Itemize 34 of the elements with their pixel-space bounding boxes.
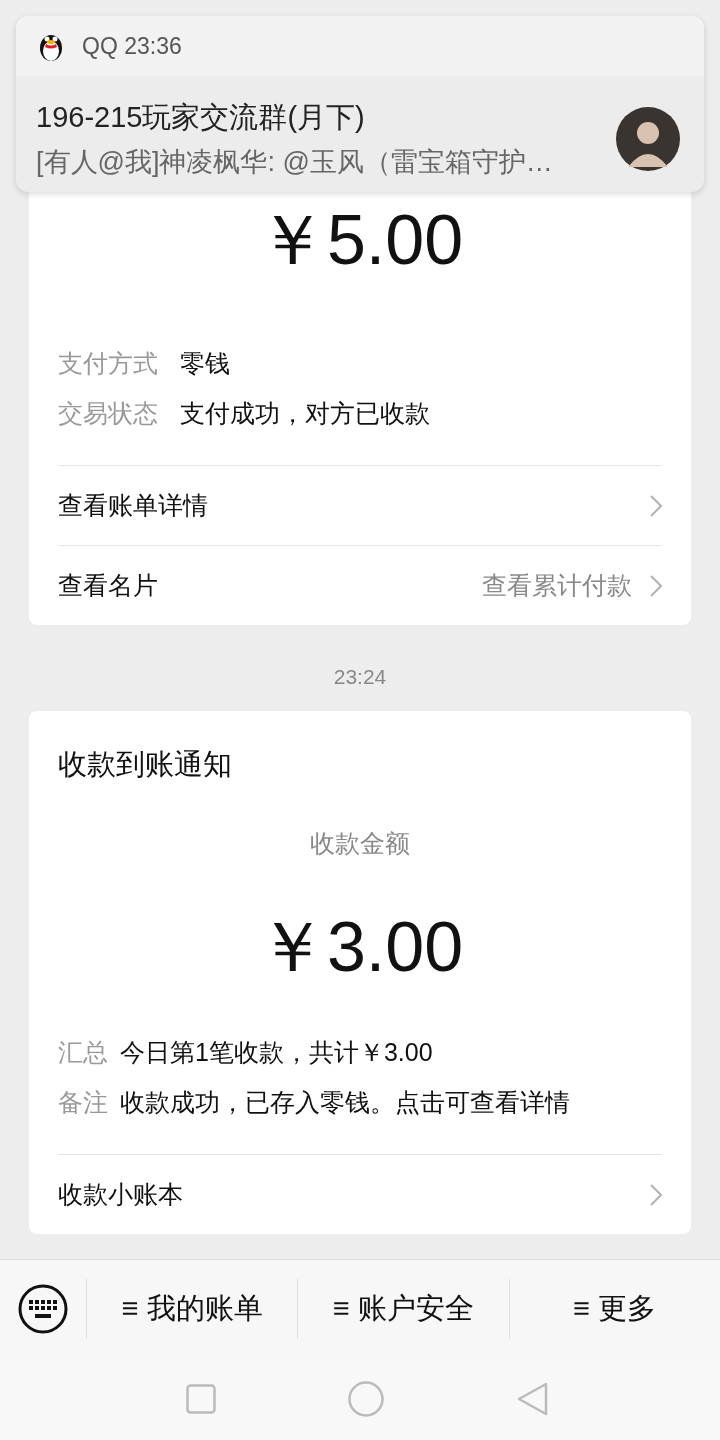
detail-label: 备注	[58, 1087, 108, 1118]
notification-title: 196-215玩家交流群(月下)	[36, 100, 366, 135]
chevron-icon	[650, 574, 662, 597]
card-title: 收款到账通知	[58, 747, 233, 782]
chevron-icon	[650, 1183, 662, 1206]
detail-value: 零钱	[180, 348, 230, 379]
chevron-icon	[650, 494, 662, 517]
keyboard-icon[interactable]	[18, 1284, 68, 1334]
home-icon[interactable]	[348, 1381, 385, 1417]
amount: ￥3.00	[255, 912, 465, 982]
link-value: 查看累计付款	[482, 570, 632, 601]
notification-message: [有人@我]神凌枫华: @玉风（雷宝箱守护…	[36, 146, 554, 179]
detail-label: 支付方式	[58, 348, 158, 379]
link-label: 查看账单详情	[58, 490, 209, 521]
recents-icon[interactable]	[186, 1384, 217, 1414]
detail-value: 今日第1笔收款，共计￥3.00	[120, 1037, 433, 1068]
timestamp: 23:24	[332, 664, 388, 690]
menu-item[interactable]: ≡ 更多	[508, 1279, 720, 1339]
detail-value: 收款成功，已存入零钱。点击可查看详情	[120, 1087, 570, 1118]
link-label: 收款小账本	[58, 1179, 184, 1210]
amount-label: 收款金额	[309, 828, 411, 859]
app-name: QQ 23:36	[82, 32, 182, 60]
link-row[interactable]: 查看名片 查看累计付款	[58, 545, 662, 625]
back-icon[interactable]	[516, 1382, 549, 1416]
link-row[interactable]: 查看账单详情	[58, 465, 662, 545]
detail-label: 交易状态	[58, 398, 158, 429]
link-row[interactable]: 收款小账本	[58, 1154, 662, 1234]
menu-item[interactable]: ≡ 我的账单	[86, 1279, 298, 1339]
link-label: 查看名片	[58, 570, 159, 601]
amount: ￥5.00	[255, 205, 465, 275]
menu-item[interactable]: ≡ 账户安全	[297, 1279, 509, 1339]
detail-label: 汇总	[58, 1037, 108, 1068]
avatar-icon	[616, 107, 680, 171]
detail-value: 支付成功，对方已收款	[180, 398, 430, 429]
